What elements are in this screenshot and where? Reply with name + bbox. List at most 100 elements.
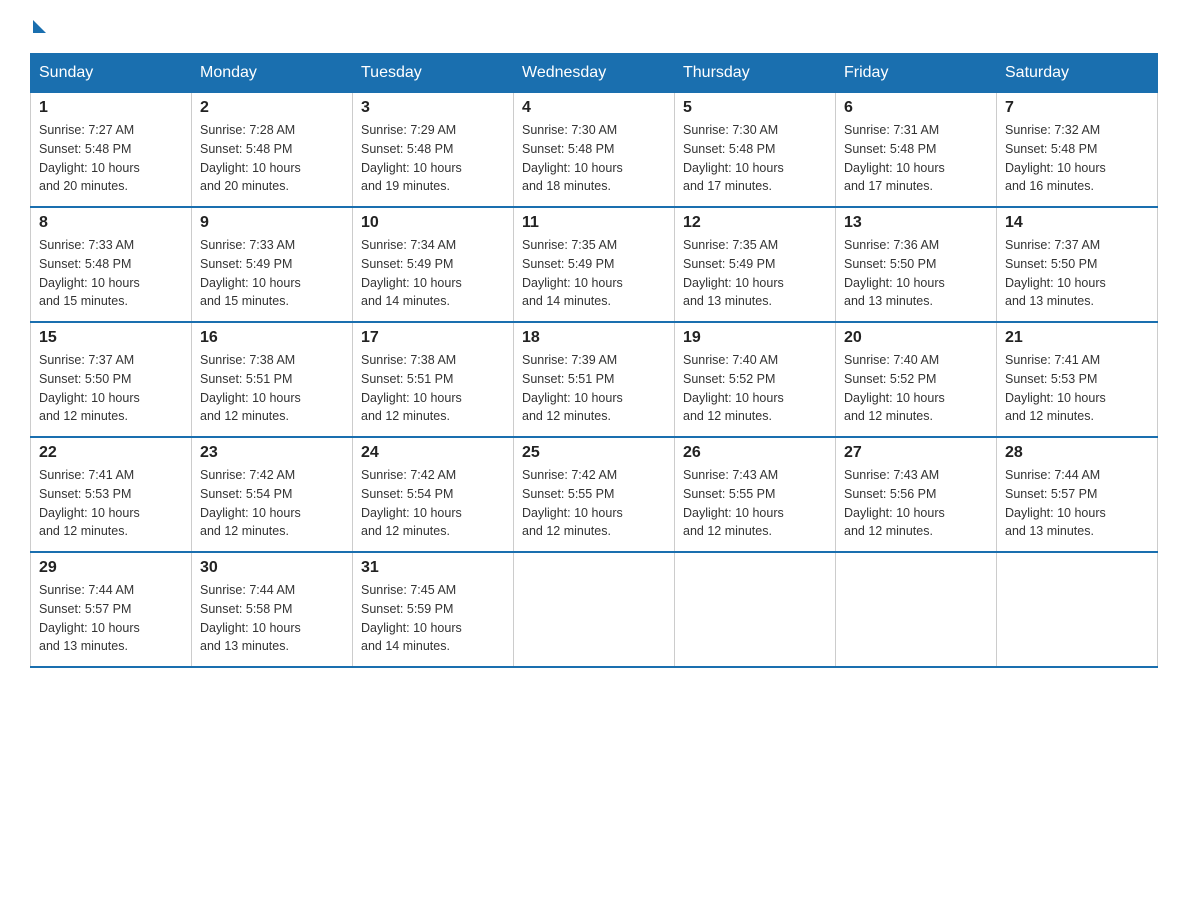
- day-number: 31: [361, 559, 505, 577]
- week-row-3: 15 Sunrise: 7:37 AM Sunset: 5:50 PM Dayl…: [31, 322, 1158, 437]
- day-number: 2: [200, 99, 344, 117]
- day-info: Sunrise: 7:41 AM Sunset: 5:53 PM Dayligh…: [39, 466, 183, 541]
- day-info: Sunrise: 7:40 AM Sunset: 5:52 PM Dayligh…: [844, 351, 988, 426]
- day-info: Sunrise: 7:45 AM Sunset: 5:59 PM Dayligh…: [361, 581, 505, 656]
- day-number: 16: [200, 329, 344, 347]
- calendar-cell: 29 Sunrise: 7:44 AM Sunset: 5:57 PM Dayl…: [31, 552, 192, 667]
- day-number: 22: [39, 444, 183, 462]
- day-number: 9: [200, 214, 344, 232]
- calendar-cell: 30 Sunrise: 7:44 AM Sunset: 5:58 PM Dayl…: [192, 552, 353, 667]
- week-row-5: 29 Sunrise: 7:44 AM Sunset: 5:57 PM Dayl…: [31, 552, 1158, 667]
- day-number: 1: [39, 99, 183, 117]
- calendar-cell: 18 Sunrise: 7:39 AM Sunset: 5:51 PM Dayl…: [514, 322, 675, 437]
- day-number: 25: [522, 444, 666, 462]
- logo: [30, 20, 46, 33]
- day-number: 24: [361, 444, 505, 462]
- calendar-cell: 24 Sunrise: 7:42 AM Sunset: 5:54 PM Dayl…: [353, 437, 514, 552]
- day-info: Sunrise: 7:41 AM Sunset: 5:53 PM Dayligh…: [1005, 351, 1149, 426]
- day-number: 20: [844, 329, 988, 347]
- day-number: 28: [1005, 444, 1149, 462]
- calendar-table: SundayMondayTuesdayWednesdayThursdayFrid…: [30, 53, 1158, 668]
- day-info: Sunrise: 7:34 AM Sunset: 5:49 PM Dayligh…: [361, 236, 505, 311]
- day-info: Sunrise: 7:38 AM Sunset: 5:51 PM Dayligh…: [200, 351, 344, 426]
- calendar-cell: 10 Sunrise: 7:34 AM Sunset: 5:49 PM Dayl…: [353, 207, 514, 322]
- calendar-cell: [997, 552, 1158, 667]
- day-info: Sunrise: 7:32 AM Sunset: 5:48 PM Dayligh…: [1005, 121, 1149, 196]
- calendar-cell: 5 Sunrise: 7:30 AM Sunset: 5:48 PM Dayli…: [675, 93, 836, 208]
- day-number: 30: [200, 559, 344, 577]
- day-number: 5: [683, 99, 827, 117]
- day-info: Sunrise: 7:31 AM Sunset: 5:48 PM Dayligh…: [844, 121, 988, 196]
- calendar-cell: 4 Sunrise: 7:30 AM Sunset: 5:48 PM Dayli…: [514, 93, 675, 208]
- logo-arrow-icon: [33, 20, 46, 33]
- calendar-cell: 1 Sunrise: 7:27 AM Sunset: 5:48 PM Dayli…: [31, 93, 192, 208]
- day-info: Sunrise: 7:33 AM Sunset: 5:49 PM Dayligh…: [200, 236, 344, 311]
- calendar-cell: 3 Sunrise: 7:29 AM Sunset: 5:48 PM Dayli…: [353, 93, 514, 208]
- header-tuesday: Tuesday: [353, 54, 514, 93]
- day-info: Sunrise: 7:44 AM Sunset: 5:57 PM Dayligh…: [1005, 466, 1149, 541]
- day-info: Sunrise: 7:30 AM Sunset: 5:48 PM Dayligh…: [683, 121, 827, 196]
- calendar-cell: 31 Sunrise: 7:45 AM Sunset: 5:59 PM Dayl…: [353, 552, 514, 667]
- calendar-cell: [836, 552, 997, 667]
- header-wednesday: Wednesday: [514, 54, 675, 93]
- day-number: 6: [844, 99, 988, 117]
- day-info: Sunrise: 7:42 AM Sunset: 5:54 PM Dayligh…: [200, 466, 344, 541]
- day-info: Sunrise: 7:27 AM Sunset: 5:48 PM Dayligh…: [39, 121, 183, 196]
- calendar-cell: 26 Sunrise: 7:43 AM Sunset: 5:55 PM Dayl…: [675, 437, 836, 552]
- calendar-cell: 12 Sunrise: 7:35 AM Sunset: 5:49 PM Dayl…: [675, 207, 836, 322]
- calendar-cell: 6 Sunrise: 7:31 AM Sunset: 5:48 PM Dayli…: [836, 93, 997, 208]
- calendar-cell: 17 Sunrise: 7:38 AM Sunset: 5:51 PM Dayl…: [353, 322, 514, 437]
- day-info: Sunrise: 7:42 AM Sunset: 5:55 PM Dayligh…: [522, 466, 666, 541]
- day-info: Sunrise: 7:29 AM Sunset: 5:48 PM Dayligh…: [361, 121, 505, 196]
- day-info: Sunrise: 7:35 AM Sunset: 5:49 PM Dayligh…: [522, 236, 666, 311]
- week-row-4: 22 Sunrise: 7:41 AM Sunset: 5:53 PM Dayl…: [31, 437, 1158, 552]
- header-monday: Monday: [192, 54, 353, 93]
- calendar-cell: 13 Sunrise: 7:36 AM Sunset: 5:50 PM Dayl…: [836, 207, 997, 322]
- calendar-cell: 14 Sunrise: 7:37 AM Sunset: 5:50 PM Dayl…: [997, 207, 1158, 322]
- day-number: 4: [522, 99, 666, 117]
- day-number: 18: [522, 329, 666, 347]
- calendar-cell: 19 Sunrise: 7:40 AM Sunset: 5:52 PM Dayl…: [675, 322, 836, 437]
- day-info: Sunrise: 7:40 AM Sunset: 5:52 PM Dayligh…: [683, 351, 827, 426]
- day-info: Sunrise: 7:43 AM Sunset: 5:56 PM Dayligh…: [844, 466, 988, 541]
- day-info: Sunrise: 7:42 AM Sunset: 5:54 PM Dayligh…: [361, 466, 505, 541]
- calendar-cell: [675, 552, 836, 667]
- calendar-cell: 22 Sunrise: 7:41 AM Sunset: 5:53 PM Dayl…: [31, 437, 192, 552]
- day-info: Sunrise: 7:38 AM Sunset: 5:51 PM Dayligh…: [361, 351, 505, 426]
- calendar-cell: 21 Sunrise: 7:41 AM Sunset: 5:53 PM Dayl…: [997, 322, 1158, 437]
- calendar-cell: 23 Sunrise: 7:42 AM Sunset: 5:54 PM Dayl…: [192, 437, 353, 552]
- calendar-cell: 7 Sunrise: 7:32 AM Sunset: 5:48 PM Dayli…: [997, 93, 1158, 208]
- day-info: Sunrise: 7:30 AM Sunset: 5:48 PM Dayligh…: [522, 121, 666, 196]
- calendar-cell: 9 Sunrise: 7:33 AM Sunset: 5:49 PM Dayli…: [192, 207, 353, 322]
- day-number: 27: [844, 444, 988, 462]
- calendar-cell: 20 Sunrise: 7:40 AM Sunset: 5:52 PM Dayl…: [836, 322, 997, 437]
- header-thursday: Thursday: [675, 54, 836, 93]
- day-info: Sunrise: 7:44 AM Sunset: 5:58 PM Dayligh…: [200, 581, 344, 656]
- day-number: 11: [522, 214, 666, 232]
- day-info: Sunrise: 7:44 AM Sunset: 5:57 PM Dayligh…: [39, 581, 183, 656]
- calendar-cell: 25 Sunrise: 7:42 AM Sunset: 5:55 PM Dayl…: [514, 437, 675, 552]
- day-info: Sunrise: 7:33 AM Sunset: 5:48 PM Dayligh…: [39, 236, 183, 311]
- calendar-cell: [514, 552, 675, 667]
- week-row-1: 1 Sunrise: 7:27 AM Sunset: 5:48 PM Dayli…: [31, 93, 1158, 208]
- header-saturday: Saturday: [997, 54, 1158, 93]
- day-info: Sunrise: 7:35 AM Sunset: 5:49 PM Dayligh…: [683, 236, 827, 311]
- header-row: SundayMondayTuesdayWednesdayThursdayFrid…: [31, 54, 1158, 93]
- week-row-2: 8 Sunrise: 7:33 AM Sunset: 5:48 PM Dayli…: [31, 207, 1158, 322]
- day-number: 21: [1005, 329, 1149, 347]
- day-number: 15: [39, 329, 183, 347]
- day-number: 29: [39, 559, 183, 577]
- calendar-cell: 27 Sunrise: 7:43 AM Sunset: 5:56 PM Dayl…: [836, 437, 997, 552]
- day-info: Sunrise: 7:28 AM Sunset: 5:48 PM Dayligh…: [200, 121, 344, 196]
- day-number: 7: [1005, 99, 1149, 117]
- day-number: 8: [39, 214, 183, 232]
- day-number: 12: [683, 214, 827, 232]
- day-number: 10: [361, 214, 505, 232]
- calendar-cell: 15 Sunrise: 7:37 AM Sunset: 5:50 PM Dayl…: [31, 322, 192, 437]
- day-info: Sunrise: 7:37 AM Sunset: 5:50 PM Dayligh…: [1005, 236, 1149, 311]
- day-info: Sunrise: 7:43 AM Sunset: 5:55 PM Dayligh…: [683, 466, 827, 541]
- day-number: 13: [844, 214, 988, 232]
- header-friday: Friday: [836, 54, 997, 93]
- day-number: 26: [683, 444, 827, 462]
- calendar-cell: 28 Sunrise: 7:44 AM Sunset: 5:57 PM Dayl…: [997, 437, 1158, 552]
